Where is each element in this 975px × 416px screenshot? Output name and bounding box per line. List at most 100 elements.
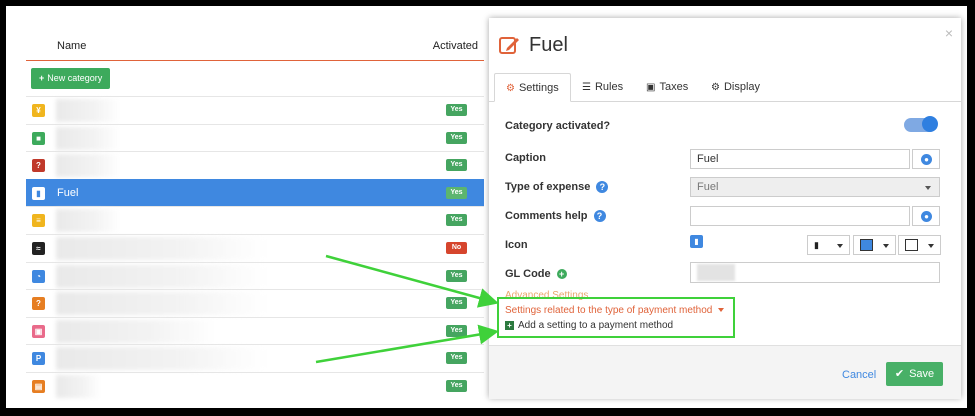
redacted-category-name <box>56 99 121 122</box>
category-row[interactable]: ≡ Yes <box>26 206 484 234</box>
redacted-category-name <box>56 237 266 260</box>
background-color-picker[interactable] <box>898 235 941 255</box>
status-badge: Yes <box>446 131 467 144</box>
category-edit-modal: × Fuel ⚙ Settings ☰ Rules ▣ Taxes ⚙ Display … <box>489 18 961 399</box>
category-row[interactable]: ? Yes <box>26 151 484 179</box>
modal-tabs: ⚙ Settings ☰ Rules ▣ Taxes ⚙ Display <box>489 65 961 102</box>
plus-icon: + <box>39 73 45 83</box>
status-badge: Yes <box>446 324 467 337</box>
category-row[interactable]: ≈ No <box>26 234 484 262</box>
category-name: Fuel <box>57 186 79 199</box>
highlight-box <box>497 297 735 338</box>
payment-method-settings-toggle[interactable]: Settings related to the type of payment … <box>505 305 725 316</box>
comments-translate-button[interactable]: ● <box>912 206 940 226</box>
tab-display-label: Display <box>723 81 761 93</box>
redacted-category-name <box>56 154 121 178</box>
caption-label: Caption <box>505 152 546 164</box>
status-badge: Yes <box>446 159 467 172</box>
status-badge: Yes <box>446 352 467 365</box>
question-icon: ? <box>32 159 45 173</box>
tab-taxes[interactable]: ▣ Taxes <box>646 73 688 101</box>
status-badge: Yes <box>446 380 467 392</box>
chevron-down-icon <box>837 244 843 248</box>
cancel-button[interactable]: Cancel <box>842 369 876 381</box>
type-of-expense-text: Type of expense <box>505 181 591 193</box>
category-row[interactable]: ▣ Yes <box>26 316 484 345</box>
new-category-label: New category <box>47 73 103 83</box>
check-icon: ✔ <box>894 368 905 380</box>
gauge-icon: ◔ <box>32 269 45 283</box>
sliders-icon: ☰ <box>582 82 591 93</box>
caption-input[interactable]: Fuel <box>690 149 910 169</box>
gl-code-label: GL Code + <box>505 268 567 280</box>
category-activated-label: Category activated? <box>505 120 611 132</box>
add-payment-setting-text: Add a setting to a payment method <box>518 320 674 331</box>
redacted-category-name <box>56 319 216 343</box>
status-badge: Yes <box>446 104 467 116</box>
type-of-expense-value: Fuel <box>697 181 719 193</box>
modal-footer: Cancel ✔ Save <box>489 345 961 399</box>
chevron-down-icon <box>928 244 934 248</box>
column-header-activated[interactable]: Activated <box>433 40 478 52</box>
icon-color-picker[interactable] <box>853 235 896 255</box>
category-row[interactable]: ? Yes <box>26 289 484 317</box>
tab-display[interactable]: ⚙ Display <box>711 73 760 101</box>
category-row[interactable]: ¥ Yes <box>26 96 484 124</box>
car-icon: ■ <box>32 131 45 145</box>
type-of-expense-label: Type of expense? <box>505 181 609 194</box>
gear-icon: ⚙ <box>506 83 515 94</box>
help-icon[interactable]: ? <box>593 210 606 223</box>
category-row[interactable]: ▤ Yes <box>26 372 484 400</box>
help-icon[interactable]: ? <box>596 181 609 194</box>
type-of-expense-select[interactable]: Fuel <box>690 177 940 197</box>
color-swatch <box>860 239 873 251</box>
toggle-knob <box>922 116 938 132</box>
status-badge: Yes <box>446 297 467 310</box>
globe-icon: ● <box>921 211 932 222</box>
category-row[interactable]: ◔ Yes <box>26 261 484 290</box>
redacted-value <box>697 264 735 281</box>
globe-icon: ● <box>921 154 932 165</box>
payment-method-settings-text: Settings related to the type of payment … <box>505 305 713 316</box>
tab-rules[interactable]: ☰ Rules <box>582 73 623 101</box>
redacted-category-name <box>56 375 101 398</box>
plus-square-icon: + <box>505 320 514 330</box>
edit-icon <box>499 37 519 54</box>
column-header-name[interactable]: Name <box>57 40 86 52</box>
redacted-category-name <box>56 347 266 371</box>
status-badge: Yes <box>446 214 467 227</box>
color-swatch <box>905 239 918 251</box>
redacted-category-name <box>56 264 266 288</box>
money-icon: ▣ <box>646 82 656 93</box>
category-row[interactable]: ■ Yes <box>26 123 484 152</box>
add-icon[interactable]: + <box>556 269 567 280</box>
redacted-category-name <box>56 209 121 233</box>
tab-settings[interactable]: ⚙ Settings <box>494 73 571 102</box>
parking-icon: P <box>32 352 45 366</box>
category-activated-toggle[interactable] <box>904 116 938 132</box>
briefcase-icon: ▤ <box>32 380 45 393</box>
comments-help-input[interactable] <box>690 206 910 226</box>
question-icon: ? <box>32 297 45 311</box>
screenshot-frame: Name Activated + New category ¥ Yes ■ Yes? Ye… <box>6 6 967 408</box>
caption-translate-button[interactable]: ● <box>912 149 940 169</box>
add-payment-setting-link[interactable]: + Add a setting to a payment method <box>505 320 673 331</box>
category-row[interactable]: ▮ Fuel Yes <box>26 178 484 207</box>
close-icon[interactable]: × <box>945 25 953 41</box>
new-category-button[interactable]: + New category <box>31 68 111 89</box>
category-row[interactable]: P Yes <box>26 344 484 372</box>
money-icon: ▣ <box>32 324 45 338</box>
bed-icon: ≡ <box>32 214 45 228</box>
fuel-icon: ▮ <box>814 240 819 250</box>
gl-code-text: GL Code <box>505 268 551 280</box>
chevron-down-icon <box>883 244 889 248</box>
redacted-category-name <box>56 126 121 150</box>
icon-picker[interactable]: ▮ <box>807 235 850 255</box>
gl-code-input[interactable] <box>690 262 940 283</box>
category-list: Name Activated + New category ¥ Yes ■ Yes? Ye… <box>26 6 484 408</box>
status-badge: Yes <box>446 269 467 282</box>
cogs-icon: ⚙ <box>711 82 720 93</box>
tab-settings-label: Settings <box>518 82 559 94</box>
save-label: Save <box>909 368 935 380</box>
save-button[interactable]: ✔ Save <box>886 362 943 386</box>
